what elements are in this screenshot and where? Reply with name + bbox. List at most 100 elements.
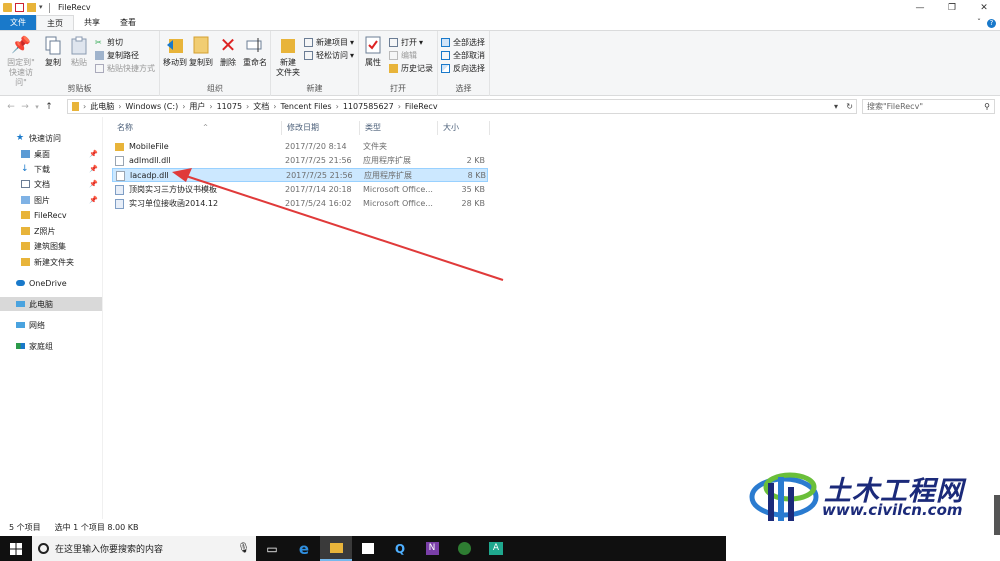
breadcrumb-separator[interactable]: › xyxy=(336,102,339,111)
pin-icon[interactable]: 📌 xyxy=(89,150,98,158)
breadcrumb-separator[interactable]: › xyxy=(246,102,249,111)
open-button[interactable]: 打开 ▾ xyxy=(389,37,423,48)
breadcrumb-this-pc[interactable]: 此电脑 xyxy=(90,101,114,112)
up-button[interactable]: ↑ xyxy=(42,102,56,112)
new-item-button[interactable]: 新建项目 ▾ xyxy=(304,37,354,48)
tab-view[interactable]: 查看 xyxy=(110,15,146,30)
invert-selection-button[interactable]: 反向选择 xyxy=(441,63,485,74)
properties-qa-icon[interactable] xyxy=(15,3,24,12)
file-row[interactable]: 顶岗实习三方协议书模板 2017/7/14 20:18 Microsoft Of… xyxy=(112,183,488,197)
nav-item-homegroup[interactable]: 家庭组 xyxy=(0,339,102,353)
nav-item-desktop[interactable]: 桌面 📌 xyxy=(0,147,102,161)
new-folder-qa-icon[interactable] xyxy=(27,3,36,12)
column-header-date[interactable]: 修改日期 xyxy=(282,121,360,135)
easy-access-button[interactable]: 轻松访问 ▾ xyxy=(304,50,354,61)
address-dropdown-icon[interactable]: ▾ xyxy=(834,102,838,111)
microphone-icon[interactable]: 🎙 xyxy=(237,543,250,554)
breadcrumb-documents[interactable]: 文档 xyxy=(253,101,269,112)
paste-shortcut-button[interactable]: 粘贴快捷方式 xyxy=(95,63,155,74)
address-bar[interactable]: › 此电脑 › Windows (C:) › 用户 › 11075 › 文档 ›… xyxy=(67,99,857,114)
breadcrumb-user-folder[interactable]: 11075 xyxy=(217,102,242,111)
cut-button[interactable]: ✂ 剪切 xyxy=(95,37,123,48)
nav-item-onedrive[interactable]: OneDrive xyxy=(0,276,102,290)
back-button[interactable]: ← xyxy=(4,102,18,112)
store-icon[interactable] xyxy=(352,536,384,561)
nav-item-documents[interactable]: 文档 📌 xyxy=(0,177,102,191)
delete-button[interactable]: ✕ 删除 xyxy=(218,35,238,68)
app-green-icon[interactable] xyxy=(448,536,480,561)
breadcrumb-windows-c[interactable]: Windows (C:) xyxy=(125,102,178,111)
select-all-button[interactable]: 全部选择 xyxy=(441,37,485,48)
search-input[interactable]: 搜索"FileRecv" ⚲ xyxy=(862,99,995,114)
pin-icon[interactable]: 📌 xyxy=(89,196,98,204)
rename-icon xyxy=(246,35,264,55)
rename-button[interactable]: 重命名 xyxy=(242,35,268,68)
refresh-icon[interactable]: ↻ xyxy=(846,102,853,111)
nav-item-quick-access[interactable]: ★ 快速访问 xyxy=(0,131,102,145)
pin-icon[interactable]: 📌 xyxy=(89,165,98,173)
minimize-button[interactable]: — xyxy=(904,0,936,15)
move-to-button[interactable]: 移动到 xyxy=(162,35,188,68)
start-button[interactable] xyxy=(0,536,32,561)
search-icon: ⚲ xyxy=(984,102,990,111)
nav-item-z-photos[interactable]: Z照片 xyxy=(0,224,102,238)
breadcrumb-separator[interactable]: › xyxy=(273,102,276,111)
paste-button[interactable]: 粘贴 xyxy=(68,35,90,68)
nav-item-downloads[interactable]: ↓ 下载 📌 xyxy=(0,162,102,176)
nav-item-pictures[interactable]: 图片 📌 xyxy=(0,193,102,207)
tab-file[interactable]: 文件 xyxy=(0,15,36,30)
pin-quick-access-button[interactable]: 📌 固定到" 快速访问" xyxy=(4,35,38,88)
cortana-icon xyxy=(38,543,49,554)
file-row[interactable]: MobileFile 2017/7/20 8:14 文件夹 xyxy=(112,140,488,154)
breadcrumb-separator[interactable]: › xyxy=(398,102,401,111)
task-view-icon[interactable]: ▭ xyxy=(256,536,288,561)
new-folder-button[interactable]: 新建 文件夹 xyxy=(275,35,301,78)
ribbon-collapse-icon[interactable]: ˇ xyxy=(974,18,984,28)
file-explorer-taskbar-icon[interactable] xyxy=(320,536,352,561)
tab-share[interactable]: 共享 xyxy=(74,15,110,30)
nav-item-building-atlas[interactable]: 建筑图集 xyxy=(0,239,102,253)
file-row[interactable]: adlmdll.dll 2017/7/25 21:56 应用程序扩展 2 KB xyxy=(112,154,488,168)
pin-icon[interactable]: 📌 xyxy=(89,180,98,188)
recent-locations-button[interactable]: ▾ xyxy=(32,103,42,111)
breadcrumb-separator[interactable]: › xyxy=(118,102,121,111)
taskbar-search-box[interactable]: 在这里输入你要搜索的内容 🎙 xyxy=(32,536,256,561)
nav-item-this-pc[interactable]: 此电脑 xyxy=(0,297,102,311)
qq-browser-icon[interactable]: Q xyxy=(384,536,416,561)
column-header-name[interactable]: 名称 ^ xyxy=(112,121,282,135)
taskbar: 在这里输入你要搜索的内容 🎙 ▭ e Q N A xyxy=(0,536,726,561)
breadcrumb-users[interactable]: 用户 xyxy=(189,101,205,112)
breadcrumb-separator[interactable]: › xyxy=(209,102,212,111)
copy-to-button[interactable]: 复制到 xyxy=(188,35,214,68)
maximize-button[interactable]: ❐ xyxy=(936,0,968,15)
properties-button[interactable]: 属性 xyxy=(362,35,384,68)
nav-item-filerecv[interactable]: FileRecv xyxy=(0,208,102,222)
file-row-selected[interactable]: lacadp.dll 2017/7/25 21:56 应用程序扩展 8 KB xyxy=(112,168,488,182)
select-none-button[interactable]: 全部取消 xyxy=(441,50,485,61)
qa-dropdown-icon[interactable]: ▾ xyxy=(39,3,46,12)
organize-group-label: 组织 xyxy=(207,84,223,93)
forward-button[interactable]: → xyxy=(18,102,32,112)
edit-button[interactable]: 编辑 xyxy=(389,50,417,61)
ribbon-tabs: 文件 主页 共享 查看 xyxy=(0,15,1000,30)
breadcrumb-filerecv[interactable]: FileRecv xyxy=(405,102,438,111)
file-row[interactable]: 实习单位接收函2014.12 2017/5/24 16:02 Microsoft… xyxy=(112,197,488,211)
breadcrumb-tencent-files[interactable]: Tencent Files xyxy=(280,102,331,111)
column-header-type[interactable]: 类型 xyxy=(360,121,438,135)
breadcrumb-separator[interactable]: › xyxy=(182,102,185,111)
copy-button[interactable]: 复制 xyxy=(42,35,64,68)
copy-path-button[interactable]: 复制路径 xyxy=(95,50,139,61)
nav-item-new-folder[interactable]: 新建文件夹 xyxy=(0,255,102,269)
edge-browser-icon[interactable]: e xyxy=(288,536,320,561)
breadcrumb-qq-number[interactable]: 1107585627 xyxy=(343,102,394,111)
tab-home[interactable]: 主页 xyxy=(36,15,74,30)
column-header-size[interactable]: 大小 xyxy=(438,121,490,135)
folder-icon xyxy=(3,3,12,12)
app-teal-icon[interactable]: A xyxy=(480,536,512,561)
dll-file-icon xyxy=(116,171,125,181)
onenote-icon[interactable]: N xyxy=(416,536,448,561)
help-icon[interactable]: ? xyxy=(987,19,996,28)
history-button[interactable]: 历史记录 xyxy=(389,63,433,74)
nav-item-network[interactable]: 网络 xyxy=(0,318,102,332)
close-button[interactable]: ✕ xyxy=(968,0,1000,15)
